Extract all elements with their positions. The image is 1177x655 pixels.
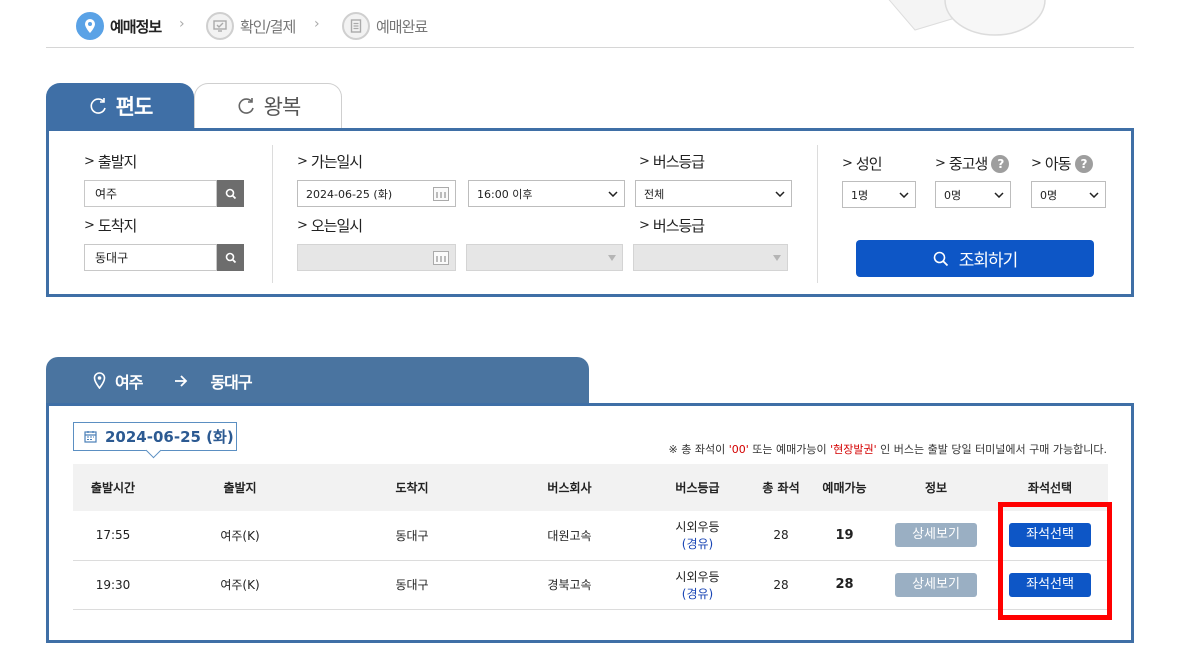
arrival-terminal: 동대구 bbox=[327, 560, 497, 610]
available-seats: 19 bbox=[809, 511, 880, 561]
departure-terminal: 여주(K) bbox=[153, 560, 327, 610]
triangle-down-icon bbox=[773, 254, 781, 261]
calendar-icon[interactable] bbox=[433, 250, 449, 265]
table-header-row: 출발시간 출발지 도착지 버스회사 버스등급 총 좌석 예매가능 정보 좌석선택 bbox=[73, 464, 1108, 511]
return-time-select[interactable] bbox=[466, 244, 623, 271]
bus-company: 대원고속 bbox=[497, 511, 642, 561]
adult-count-select[interactable]: 1명 bbox=[842, 181, 916, 208]
decorative-ticket-illustration bbox=[888, 0, 1046, 36]
departure-terminal: 여주(K) bbox=[153, 511, 327, 561]
tab-oneway[interactable]: 편도 bbox=[46, 83, 194, 129]
route-to: 동대구 bbox=[210, 372, 252, 392]
results-panel: 2024-06-25 (화) ※ 총 좌석이 '00' 또는 예매가능이 '현장… bbox=[46, 403, 1134, 643]
return-date-picker[interactable] bbox=[297, 244, 456, 271]
step-confirm-payment: 확인/결제 bbox=[206, 12, 296, 40]
step-label: 확인/결제 bbox=[240, 17, 296, 36]
result-date-badge: 2024-06-25 (화) bbox=[73, 422, 237, 451]
location-pin-icon bbox=[93, 372, 106, 389]
document-icon bbox=[342, 12, 370, 40]
arrival-input[interactable]: 동대구 bbox=[84, 244, 217, 271]
return-date-label: > 오는일시 bbox=[297, 217, 363, 235]
route-header: 여주 동대구 bbox=[46, 357, 589, 404]
chevron-down-icon bbox=[994, 191, 1004, 198]
bus-grade: 시외우등 (경유) bbox=[642, 560, 753, 610]
arrival-search-button[interactable] bbox=[217, 244, 244, 271]
divider bbox=[817, 145, 818, 283]
arrival-terminal: 동대구 bbox=[327, 511, 497, 561]
chevron-right-icon: › bbox=[179, 16, 185, 32]
return-grade-select[interactable] bbox=[633, 244, 788, 271]
available-seats: 28 bbox=[809, 560, 880, 610]
monitor-check-icon bbox=[206, 12, 234, 40]
go-grade-label: > 버스등급 bbox=[639, 153, 705, 171]
chevron-down-icon bbox=[775, 190, 785, 197]
column-header: 정보 bbox=[880, 464, 992, 511]
chevron-right-icon: › bbox=[314, 16, 320, 32]
search-icon bbox=[933, 251, 948, 266]
search-panel: > 출발지 여주 > 도착지 동대구 > 가는일시 2024-06-25 (화) 16… bbox=[46, 128, 1134, 297]
bus-grade: 시외우등 (경유) bbox=[642, 511, 753, 561]
refresh-icon bbox=[90, 98, 106, 114]
departure-label: > 출발지 bbox=[84, 153, 137, 171]
student-count-select[interactable]: 0명 bbox=[935, 181, 1011, 208]
arrival-label: > 도착지 bbox=[84, 217, 137, 235]
total-seats: 28 bbox=[753, 511, 809, 561]
route-from: 여주 bbox=[115, 372, 143, 392]
departure-search-button[interactable] bbox=[217, 180, 244, 207]
column-header: 버스회사 bbox=[497, 464, 642, 511]
total-seats: 28 bbox=[753, 560, 809, 610]
detail-button[interactable]: 상세보기 bbox=[895, 523, 977, 548]
column-header: 예매가능 bbox=[809, 464, 880, 511]
table-row: 17:55 여주(K) 동대구 대원고속 시외우등 (경유) 28 19 상세보기… bbox=[73, 511, 1108, 561]
bus-schedule-table: 출발시간 출발지 도착지 버스회사 버스등급 총 좌석 예매가능 정보 좌석선택… bbox=[73, 464, 1108, 610]
departure-time: 19:30 bbox=[73, 560, 153, 610]
return-grade-label: > 버스등급 bbox=[639, 217, 705, 235]
detail-button[interactable]: 상세보기 bbox=[895, 572, 977, 597]
table-row: 19:30 여주(K) 동대구 경북고속 시외우등 (경유) 28 28 상세보기… bbox=[73, 560, 1108, 610]
step-complete: 예매완료 bbox=[342, 12, 428, 40]
column-header: 버스등급 bbox=[642, 464, 753, 511]
departure-time: 17:55 bbox=[73, 511, 153, 561]
chevron-down-icon bbox=[899, 191, 909, 198]
student-label: > 중고생? bbox=[935, 153, 1010, 174]
highlight-box bbox=[998, 502, 1112, 620]
step-label: 예매정보 bbox=[110, 17, 162, 36]
help-icon[interactable]: ? bbox=[1074, 154, 1093, 173]
bus-company: 경북고속 bbox=[497, 560, 642, 610]
tab-label: 왕복 bbox=[263, 95, 302, 119]
step-reservation-info: 예매정보 bbox=[76, 12, 162, 40]
help-icon[interactable]: ? bbox=[991, 154, 1010, 173]
chevron-down-icon bbox=[608, 190, 618, 197]
column-header: 도착지 bbox=[327, 464, 497, 511]
column-header: 총 좌석 bbox=[753, 464, 809, 511]
search-icon bbox=[225, 252, 236, 263]
column-header: 출발시간 bbox=[73, 464, 153, 511]
child-count-select[interactable]: 0명 bbox=[1031, 181, 1106, 208]
departure-input[interactable]: 여주 bbox=[84, 180, 217, 207]
arrow-right-icon bbox=[175, 374, 188, 387]
tab-roundtrip[interactable]: 왕복 bbox=[194, 83, 342, 128]
go-time-select[interactable]: 16:00 이후 bbox=[468, 180, 625, 207]
tab-label: 편도 bbox=[115, 95, 154, 119]
column-header: 출발지 bbox=[153, 464, 327, 511]
child-label: > 아동? bbox=[1031, 153, 1093, 174]
calendar-icon[interactable] bbox=[433, 186, 449, 201]
purchase-note: ※ 총 좌석이 '00' 또는 예매가능이 '현장발권' 인 버스는 출발 당일… bbox=[668, 443, 1107, 456]
step-label: 예매완료 bbox=[376, 17, 428, 36]
go-date-label: > 가는일시 bbox=[297, 153, 363, 171]
triangle-down-icon bbox=[608, 254, 616, 261]
query-button[interactable]: 조회하기 bbox=[856, 240, 1094, 277]
calendar-icon bbox=[84, 431, 97, 443]
adult-label: > 성인 bbox=[842, 155, 883, 173]
go-date-picker[interactable]: 2024-06-25 (화) bbox=[297, 180, 456, 207]
refresh-icon bbox=[238, 98, 254, 114]
search-icon bbox=[225, 188, 236, 199]
location-pin-icon bbox=[76, 12, 104, 40]
go-grade-select[interactable]: 전체 bbox=[635, 180, 792, 207]
divider bbox=[272, 145, 273, 283]
chevron-down-icon bbox=[1089, 191, 1099, 198]
